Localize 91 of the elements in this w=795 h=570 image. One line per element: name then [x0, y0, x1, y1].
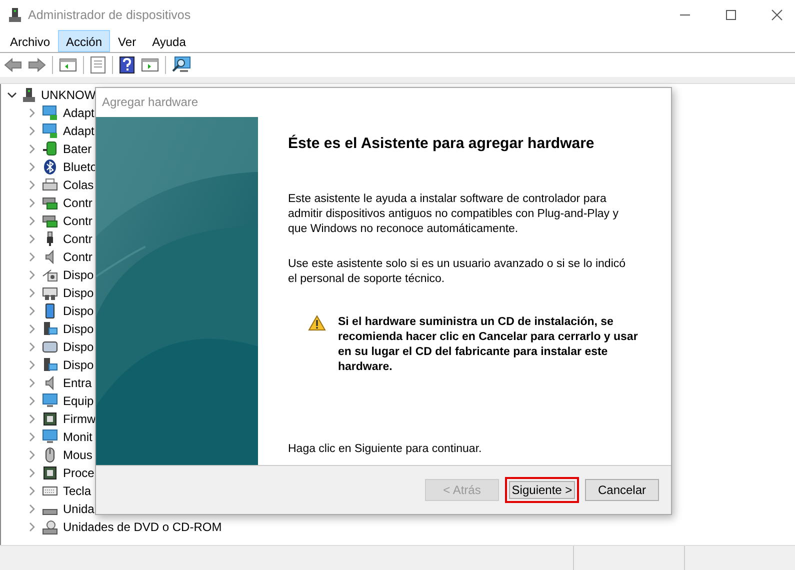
battery-icon: [42, 141, 58, 157]
pane-icon[interactable]: [59, 57, 77, 73]
window-title: Administrador de dispositivos: [28, 8, 191, 22]
expand-chevron-icon[interactable]: [27, 108, 37, 118]
expand-chevron-icon[interactable]: [27, 306, 37, 316]
paragraph: Use este asistente solo si es un usuario avanzado o si se lo indicó el personal de soporte técnico.: [288, 257, 627, 287]
printer-icon: [42, 177, 58, 193]
tree-item[interactable]: UNKNOW: [41, 88, 96, 102]
tree-item[interactable]: Mous: [63, 448, 92, 462]
camera-icon: [42, 267, 58, 283]
tree-item[interactable]: Adapt: [63, 124, 94, 138]
expand-chevron-icon[interactable]: [27, 468, 37, 478]
expand-chevron-icon[interactable]: [27, 252, 37, 262]
expand-chevron-icon[interactable]: [27, 522, 37, 532]
expand-chevron-icon[interactable]: [27, 324, 37, 334]
expand-chevron-icon[interactable]: [27, 486, 37, 496]
computer-icon: [22, 87, 36, 103]
tree-item[interactable]: Dispo: [63, 268, 94, 282]
expand-chevron-icon[interactable]: [27, 450, 37, 460]
expand-chevron-icon[interactable]: [27, 216, 37, 226]
computer-tower-icon: [42, 321, 58, 337]
help-icon[interactable]: [119, 56, 135, 74]
tree-item[interactable]: Dispo: [63, 286, 94, 300]
tree-item[interactable]: Bater: [63, 142, 92, 156]
tree-item[interactable]: Adapt: [63, 106, 94, 120]
tree-item[interactable]: Dispo: [63, 358, 94, 372]
scan-monitor-icon[interactable]: [172, 56, 192, 74]
tree-item[interactable]: Dispo: [63, 340, 94, 354]
tree-item[interactable]: Proce: [63, 466, 94, 480]
network-adapter-icon: [42, 105, 58, 121]
forward-arrow-icon[interactable]: [28, 57, 46, 73]
chip-icon: [42, 411, 58, 427]
monitor-icon: [42, 429, 58, 445]
tree-item[interactable]: Contr: [63, 214, 92, 228]
expand-chevron-icon[interactable]: [27, 396, 37, 406]
close-icon[interactable]: [771, 9, 783, 21]
circuit-card-icon: [42, 195, 58, 211]
expand-chevron-icon[interactable]: [27, 504, 37, 514]
expand-chevron-icon[interactable]: [27, 198, 37, 208]
next-button[interactable]: Siguiente >: [505, 477, 579, 503]
disc-drive-icon: [42, 519, 58, 535]
drive-icon: [42, 509, 58, 515]
pane-icon[interactable]: [141, 57, 159, 73]
tree-item[interactable]: Dispo: [63, 322, 94, 336]
tree-item[interactable]: Colas: [63, 178, 94, 192]
tree-item[interactable]: Dispo: [63, 304, 94, 318]
menu-item[interactable]: Archivo: [2, 30, 58, 52]
tree-item[interactable]: Entra: [63, 376, 92, 390]
warning-icon: [308, 315, 326, 331]
expand-chevron-icon[interactable]: [27, 144, 37, 154]
maximize-icon[interactable]: [725, 9, 737, 21]
expand-chevron-icon[interactable]: [27, 432, 37, 442]
tree-item[interactable]: Monit: [63, 430, 92, 444]
paragraph: Este asistente le ayuda a instalar software de controlador para admitir dispositivos antiguos no compatibles con Plug-and-Play y que Windows no reconoce automáticamente.: [288, 192, 620, 237]
expand-chevron-icon[interactable]: [27, 270, 37, 280]
instruction-text: Haga clic en Siguiente para continuar.: [288, 442, 483, 457]
expand-chevron-icon[interactable]: [27, 414, 37, 424]
circuit-card-icon: [42, 213, 58, 229]
tree-item[interactable]: Contr: [63, 196, 92, 210]
expand-chevron-icon[interactable]: [27, 288, 37, 298]
dialog-title: Agregar hardware: [101, 94, 200, 111]
warning-text: Si el hardware suministra un CD de instalación, se recomienda hacer clic en Cancelar para cerrarlo y usar en su lugar el CD del fabricante para instalar este hardware.: [338, 315, 638, 375]
menu-item[interactable]: Ver: [110, 30, 144, 52]
tablet-icon: [42, 339, 58, 355]
expand-chevron-icon[interactable]: [27, 162, 37, 172]
monitor-icon: [42, 393, 58, 409]
tree-item[interactable]: Tecla: [63, 484, 92, 498]
expand-chevron-icon[interactable]: [27, 378, 37, 388]
collapse-chevron-icon[interactable]: [7, 90, 17, 100]
back-arrow-icon[interactable]: [4, 57, 22, 73]
expand-chevron-icon[interactable]: [27, 360, 37, 370]
tree-item[interactable]: Equip: [63, 394, 94, 408]
chip-icon: [42, 465, 58, 481]
properties-icon[interactable]: [90, 56, 106, 74]
network-adapter-icon: [42, 123, 58, 139]
expand-chevron-icon[interactable]: [27, 180, 37, 190]
tree-item[interactable]: Contr: [63, 250, 92, 264]
menu-item[interactable]: Ayuda: [144, 30, 194, 52]
tree-item[interactable]: Unida: [63, 502, 94, 516]
bluetooth-icon: [42, 159, 58, 175]
tree-item[interactable]: Contr: [63, 232, 92, 246]
tree-item[interactable]: Unidades de DVD o CD-ROM: [63, 520, 222, 534]
expand-chevron-icon[interactable]: [27, 342, 37, 352]
expand-chevron-icon[interactable]: [27, 234, 37, 244]
computer-tower-icon: [42, 357, 58, 373]
menu-item[interactable]: Acción: [58, 30, 110, 52]
cancel-button[interactable]: Cancelar: [585, 479, 659, 501]
expand-chevron-icon[interactable]: [27, 126, 37, 136]
computer-icon: [8, 7, 22, 23]
wizard-heading: Éste es el Asistente para agregar hardware: [288, 135, 596, 152]
tree-item[interactable]: Firmw: [63, 412, 96, 426]
